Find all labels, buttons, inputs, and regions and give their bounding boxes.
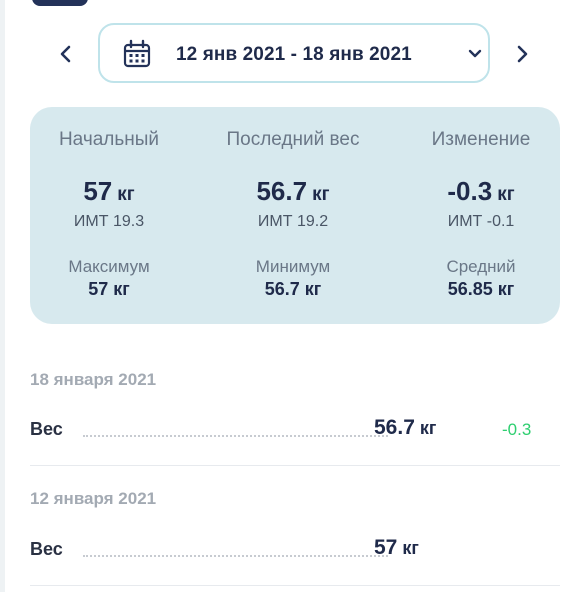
latest-weight-value: 56.7 кг — [256, 176, 330, 206]
dotted-leader — [83, 435, 388, 437]
chevron-right-icon — [517, 45, 528, 63]
entry-weight-value: 57 кг — [374, 536, 419, 559]
chevron-left-icon — [60, 45, 71, 63]
divider — [30, 585, 560, 586]
entry-weight-value: 56.7 кг — [374, 416, 437, 439]
entry-label: Вес — [30, 419, 63, 439]
list-item[interactable]: Вес 57 кг — [30, 534, 560, 564]
change-value: -0.3 кг — [447, 176, 515, 206]
change-title: Изменение — [431, 129, 531, 150]
starting-bmi: ИМТ 19.3 — [73, 213, 145, 230]
minimum-value: 56.7 кг — [264, 279, 322, 299]
latest-bmi: ИМТ 19.2 — [257, 213, 329, 230]
date-range-label: 12 янв 2021 - 18 янв 2021 — [176, 44, 412, 65]
latest-weight-title: Последний вес — [226, 129, 360, 150]
entry-date: 18 января 2021 — [30, 370, 157, 389]
dotted-leader — [83, 555, 388, 557]
entry-date: 12 января 2021 — [30, 489, 157, 508]
weight-summary-card: Начальный 57 кг ИМТ 19.3 Максимум 57 кг П… — [30, 107, 560, 324]
divider — [30, 465, 560, 466]
maximum-value: 57 кг — [88, 279, 130, 299]
average-value: 56.85 кг — [447, 279, 515, 299]
previous-week-button[interactable] — [51, 38, 81, 70]
maximum-title: Максимум — [68, 257, 150, 276]
list-item[interactable]: Вес 56.7 кг -0.3 — [30, 414, 560, 444]
next-week-button[interactable] — [507, 38, 537, 70]
starting-weight-title: Начальный — [58, 129, 160, 150]
calendar-icon — [123, 39, 151, 68]
left-rail — [0, 0, 5, 592]
entry-change: -0.3 — [502, 420, 532, 439]
starting-weight-value: 57 кг — [83, 176, 135, 206]
minimum-title: Минимум — [255, 257, 331, 276]
date-range-dropdown[interactable]: 12 янв 2021 - 18 янв 2021 — [98, 23, 490, 83]
top-tab-indicator — [32, 0, 88, 6]
average-title: Средний — [446, 257, 516, 276]
change-bmi: ИМТ -0.1 — [447, 213, 515, 230]
chevron-down-icon — [468, 49, 482, 58]
entry-label: Вес — [30, 539, 63, 559]
